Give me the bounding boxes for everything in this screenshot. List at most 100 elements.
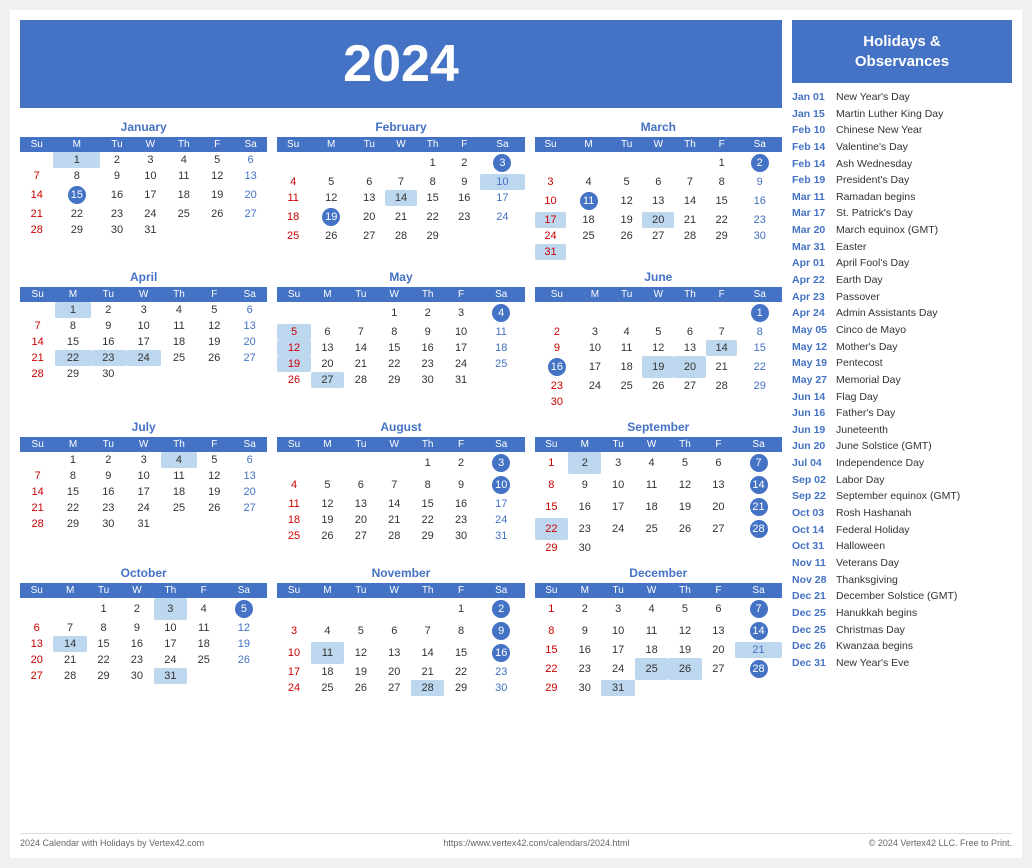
day-cell: 6 [311,324,344,340]
month-table: SuMTuWThFSa12345678910111213141516171819… [277,137,524,244]
holiday-date: Feb 14 [792,141,836,155]
day-cell: 3 [601,598,634,620]
day-cell: 27 [378,680,411,696]
day-cell [187,668,220,684]
day-cell: 8 [417,174,449,190]
month-title: March [535,120,782,134]
day-cell: 15 [53,184,100,206]
day-header: Th [154,583,187,598]
holiday-name: Martin Luther King Day [836,108,943,122]
day-cell [20,598,53,620]
month-block: MaySuMTuWThFSa12345678910111213141516171… [277,270,524,410]
day-cell: 14 [706,340,738,356]
day-cell: 16 [568,642,601,658]
day-cell: 4 [611,324,643,340]
day-cell: 19 [309,206,353,228]
main-content: 2024 JanuarySuMTuWThFSa12345678910111213… [20,20,1012,825]
day-cell: 20 [20,652,53,668]
day-cell: 14 [20,484,55,500]
holiday-name: Valentine's Day [836,141,908,155]
day-cell: 15 [535,496,568,518]
month-table: SuMTuWThFSa12345678910111213141516171819… [535,137,782,260]
day-header: Th [668,437,701,452]
day-cell: 18 [566,212,610,228]
day-cell: 30 [444,528,477,544]
month-title: July [20,420,267,434]
day-cell: 21 [674,212,706,228]
day-cell: 2 [448,152,480,174]
day-cell: 16 [535,356,579,378]
day-cell: 11 [478,324,525,340]
day-cell: 2 [568,598,601,620]
holiday-item: Jun 16Father's Day [792,407,1012,421]
holiday-date: Jan 15 [792,108,836,122]
holiday-item: Nov 28Thanksgiving [792,574,1012,588]
day-cell: 15 [378,340,411,356]
day-cell: 16 [444,496,477,512]
day-cell: 29 [737,378,782,394]
day-cell: 16 [448,190,480,206]
day-cell: 15 [55,334,90,350]
day-cell: 7 [20,168,53,184]
day-cell: 1 [87,598,120,620]
day-cell: 26 [197,500,232,516]
day-cell: 15 [535,642,568,658]
day-cell: 17 [478,496,525,512]
day-cell: 16 [411,340,444,356]
day-cell: 8 [444,620,477,642]
day-cell: 4 [161,452,196,468]
day-header: Sa [737,137,782,152]
holiday-name: Labor Day [836,474,884,488]
day-cell: 1 [378,302,411,324]
day-cell [611,244,643,260]
month-title: November [277,566,524,580]
month-block: AugustSuMTuWThFSa12345678910111213141516… [277,420,524,556]
month-block: FebruarySuMTuWThFSa123456789101112131415… [277,120,524,260]
day-header: W [378,583,411,598]
day-cell: 8 [55,468,90,484]
day-cell: 16 [568,496,601,518]
day-cell: 28 [20,366,55,382]
day-cell: 8 [411,474,444,496]
day-cell: 7 [344,324,377,340]
day-cell: 25 [635,658,668,680]
day-cell: 24 [126,500,161,516]
day-cell [566,152,610,174]
holiday-date: Nov 11 [792,557,836,571]
holiday-date: Jun 16 [792,407,836,421]
month-table: SuMTuWThFSa12345678910111213141516171819… [277,437,524,544]
day-header: Tu [344,437,377,452]
day-cell: 16 [100,184,133,206]
day-cell: 5 [344,620,377,642]
day-header: M [311,287,344,302]
holiday-name: April Fool's Day [836,257,909,271]
day-cell: 21 [411,664,444,680]
day-cell: 7 [20,468,55,484]
day-cell: 17 [480,190,525,206]
holiday-name: Ramadan begins [836,191,915,205]
day-cell: 2 [535,324,579,340]
day-header: Th [411,583,444,598]
day-header: Tu [344,583,377,598]
holiday-item: Mar 31Easter [792,241,1012,255]
day-cell [702,680,735,696]
holiday-item: Sep 22September equinox (GMT) [792,490,1012,504]
day-cell: 22 [706,212,738,228]
day-cell: 11 [635,474,668,496]
month-table: SuMTuWThFSa12345678910111213141516171819… [20,287,267,382]
day-cell: 20 [642,212,674,228]
day-cell: 12 [309,190,353,206]
day-cell: 6 [234,152,267,168]
day-header: Tu [611,137,643,152]
holiday-date: Sep 02 [792,474,836,488]
day-cell: 25 [566,228,610,244]
day-header: M [579,287,611,302]
day-cell: 14 [385,190,417,206]
day-cell: 19 [668,496,701,518]
day-cell: 14 [344,340,377,356]
day-cell: 9 [568,474,601,496]
sidebar-header: Holidays &Observances [792,20,1012,83]
day-cell: 18 [187,636,220,652]
day-cell: 20 [702,496,735,518]
day-cell: 30 [478,680,525,696]
